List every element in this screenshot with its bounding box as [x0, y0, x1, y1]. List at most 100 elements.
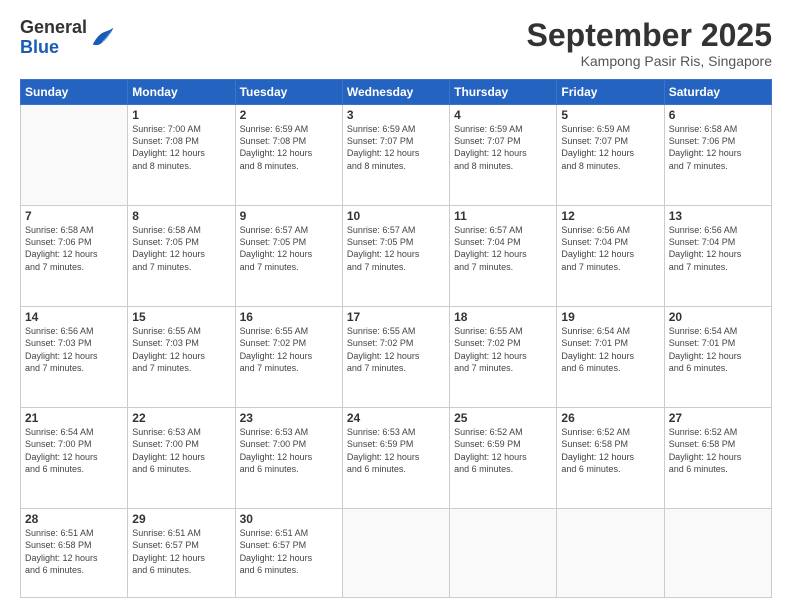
week-row-5: 28Sunrise: 6:51 AMSunset: 6:58 PMDayligh… [21, 509, 772, 598]
col-header-friday: Friday [557, 80, 664, 105]
day-info: Sunrise: 7:00 AMSunset: 7:08 PMDaylight:… [132, 123, 230, 172]
day-cell: 5Sunrise: 6:59 AMSunset: 7:07 PMDaylight… [557, 105, 664, 206]
col-header-tuesday: Tuesday [235, 80, 342, 105]
day-info: Sunrise: 6:58 AMSunset: 7:06 PMDaylight:… [25, 224, 123, 273]
day-number: 21 [25, 411, 123, 425]
day-number: 19 [561, 310, 659, 324]
day-cell: 6Sunrise: 6:58 AMSunset: 7:06 PMDaylight… [664, 105, 771, 206]
day-number: 10 [347, 209, 445, 223]
day-number: 3 [347, 108, 445, 122]
day-info: Sunrise: 6:53 AMSunset: 6:59 PMDaylight:… [347, 426, 445, 475]
col-header-sunday: Sunday [21, 80, 128, 105]
day-info: Sunrise: 6:55 AMSunset: 7:02 PMDaylight:… [347, 325, 445, 374]
day-cell: 24Sunrise: 6:53 AMSunset: 6:59 PMDayligh… [342, 408, 449, 509]
day-info: Sunrise: 6:56 AMSunset: 7:03 PMDaylight:… [25, 325, 123, 374]
day-number: 2 [240, 108, 338, 122]
day-cell: 9Sunrise: 6:57 AMSunset: 7:05 PMDaylight… [235, 206, 342, 307]
day-cell: 17Sunrise: 6:55 AMSunset: 7:02 PMDayligh… [342, 307, 449, 408]
logo-bird-icon [89, 24, 117, 52]
day-cell: 13Sunrise: 6:56 AMSunset: 7:04 PMDayligh… [664, 206, 771, 307]
day-number: 13 [669, 209, 767, 223]
logo: General Blue [20, 18, 117, 58]
day-number: 1 [132, 108, 230, 122]
day-info: Sunrise: 6:59 AMSunset: 7:07 PMDaylight:… [347, 123, 445, 172]
day-cell: 21Sunrise: 6:54 AMSunset: 7:00 PMDayligh… [21, 408, 128, 509]
calendar-table: SundayMondayTuesdayWednesdayThursdayFrid… [20, 79, 772, 598]
day-cell: 27Sunrise: 6:52 AMSunset: 6:58 PMDayligh… [664, 408, 771, 509]
day-cell: 28Sunrise: 6:51 AMSunset: 6:58 PMDayligh… [21, 509, 128, 598]
day-cell: 8Sunrise: 6:58 AMSunset: 7:05 PMDaylight… [128, 206, 235, 307]
day-number: 15 [132, 310, 230, 324]
calendar-header-row: SundayMondayTuesdayWednesdayThursdayFrid… [21, 80, 772, 105]
day-cell: 7Sunrise: 6:58 AMSunset: 7:06 PMDaylight… [21, 206, 128, 307]
day-info: Sunrise: 6:53 AMSunset: 7:00 PMDaylight:… [240, 426, 338, 475]
day-cell: 10Sunrise: 6:57 AMSunset: 7:05 PMDayligh… [342, 206, 449, 307]
day-info: Sunrise: 6:54 AMSunset: 7:01 PMDaylight:… [669, 325, 767, 374]
day-info: Sunrise: 6:57 AMSunset: 7:05 PMDaylight:… [240, 224, 338, 273]
day-cell: 29Sunrise: 6:51 AMSunset: 6:57 PMDayligh… [128, 509, 235, 598]
col-header-wednesday: Wednesday [342, 80, 449, 105]
day-cell: 3Sunrise: 6:59 AMSunset: 7:07 PMDaylight… [342, 105, 449, 206]
day-cell: 12Sunrise: 6:56 AMSunset: 7:04 PMDayligh… [557, 206, 664, 307]
day-number: 14 [25, 310, 123, 324]
day-info: Sunrise: 6:56 AMSunset: 7:04 PMDaylight:… [669, 224, 767, 273]
day-info: Sunrise: 6:51 AMSunset: 6:58 PMDaylight:… [25, 527, 123, 576]
day-info: Sunrise: 6:59 AMSunset: 7:08 PMDaylight:… [240, 123, 338, 172]
col-header-saturday: Saturday [664, 80, 771, 105]
week-row-2: 7Sunrise: 6:58 AMSunset: 7:06 PMDaylight… [21, 206, 772, 307]
day-info: Sunrise: 6:54 AMSunset: 7:00 PMDaylight:… [25, 426, 123, 475]
day-cell: 30Sunrise: 6:51 AMSunset: 6:57 PMDayligh… [235, 509, 342, 598]
day-info: Sunrise: 6:56 AMSunset: 7:04 PMDaylight:… [561, 224, 659, 273]
day-number: 23 [240, 411, 338, 425]
day-info: Sunrise: 6:55 AMSunset: 7:02 PMDaylight:… [240, 325, 338, 374]
day-number: 22 [132, 411, 230, 425]
day-cell: 14Sunrise: 6:56 AMSunset: 7:03 PMDayligh… [21, 307, 128, 408]
day-number: 27 [669, 411, 767, 425]
day-info: Sunrise: 6:51 AMSunset: 6:57 PMDaylight:… [132, 527, 230, 576]
day-info: Sunrise: 6:58 AMSunset: 7:06 PMDaylight:… [669, 123, 767, 172]
day-number: 26 [561, 411, 659, 425]
location: Kampong Pasir Ris, Singapore [527, 53, 772, 69]
week-row-1: 1Sunrise: 7:00 AMSunset: 7:08 PMDaylight… [21, 105, 772, 206]
day-info: Sunrise: 6:55 AMSunset: 7:03 PMDaylight:… [132, 325, 230, 374]
week-row-3: 14Sunrise: 6:56 AMSunset: 7:03 PMDayligh… [21, 307, 772, 408]
day-info: Sunrise: 6:52 AMSunset: 6:59 PMDaylight:… [454, 426, 552, 475]
title-block: September 2025 Kampong Pasir Ris, Singap… [527, 18, 772, 69]
day-info: Sunrise: 6:58 AMSunset: 7:05 PMDaylight:… [132, 224, 230, 273]
day-info: Sunrise: 6:53 AMSunset: 7:00 PMDaylight:… [132, 426, 230, 475]
day-number: 30 [240, 512, 338, 526]
col-header-monday: Monday [128, 80, 235, 105]
month-title: September 2025 [527, 18, 772, 53]
day-info: Sunrise: 6:55 AMSunset: 7:02 PMDaylight:… [454, 325, 552, 374]
day-info: Sunrise: 6:57 AMSunset: 7:04 PMDaylight:… [454, 224, 552, 273]
logo-text: General Blue [20, 18, 87, 58]
day-cell: 1Sunrise: 7:00 AMSunset: 7:08 PMDaylight… [128, 105, 235, 206]
day-number: 12 [561, 209, 659, 223]
col-header-thursday: Thursday [450, 80, 557, 105]
day-number: 24 [347, 411, 445, 425]
day-cell: 19Sunrise: 6:54 AMSunset: 7:01 PMDayligh… [557, 307, 664, 408]
day-cell: 20Sunrise: 6:54 AMSunset: 7:01 PMDayligh… [664, 307, 771, 408]
day-cell: 23Sunrise: 6:53 AMSunset: 7:00 PMDayligh… [235, 408, 342, 509]
day-number: 11 [454, 209, 552, 223]
day-cell [342, 509, 449, 598]
day-info: Sunrise: 6:59 AMSunset: 7:07 PMDaylight:… [561, 123, 659, 172]
day-number: 20 [669, 310, 767, 324]
day-cell: 4Sunrise: 6:59 AMSunset: 7:07 PMDaylight… [450, 105, 557, 206]
day-cell: 22Sunrise: 6:53 AMSunset: 7:00 PMDayligh… [128, 408, 235, 509]
day-number: 9 [240, 209, 338, 223]
day-cell: 26Sunrise: 6:52 AMSunset: 6:58 PMDayligh… [557, 408, 664, 509]
day-info: Sunrise: 6:59 AMSunset: 7:07 PMDaylight:… [454, 123, 552, 172]
day-number: 6 [669, 108, 767, 122]
day-info: Sunrise: 6:57 AMSunset: 7:05 PMDaylight:… [347, 224, 445, 273]
day-cell: 11Sunrise: 6:57 AMSunset: 7:04 PMDayligh… [450, 206, 557, 307]
page: General Blue September 2025 Kampong Pasi… [0, 0, 792, 612]
day-number: 7 [25, 209, 123, 223]
day-number: 16 [240, 310, 338, 324]
day-cell [664, 509, 771, 598]
day-info: Sunrise: 6:52 AMSunset: 6:58 PMDaylight:… [561, 426, 659, 475]
day-info: Sunrise: 6:51 AMSunset: 6:57 PMDaylight:… [240, 527, 338, 576]
day-cell: 18Sunrise: 6:55 AMSunset: 7:02 PMDayligh… [450, 307, 557, 408]
day-cell: 2Sunrise: 6:59 AMSunset: 7:08 PMDaylight… [235, 105, 342, 206]
day-number: 25 [454, 411, 552, 425]
